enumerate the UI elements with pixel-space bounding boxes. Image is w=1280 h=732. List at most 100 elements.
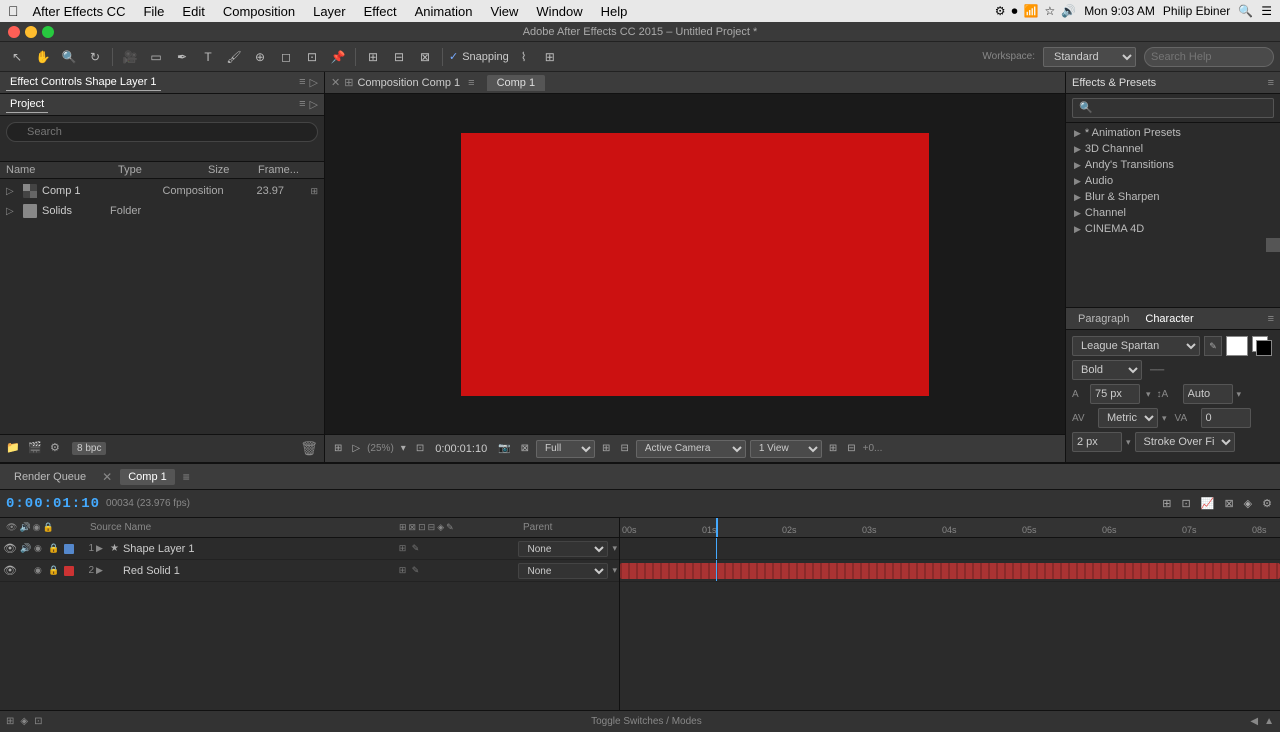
- fit-btn[interactable]: ⊡: [413, 441, 427, 456]
- region-btn[interactable]: ⊟: [617, 441, 631, 456]
- layer2-eye[interactable]: 👁: [2, 564, 18, 577]
- layer1-audio[interactable]: 🔊: [20, 543, 32, 554]
- transparency-btn[interactable]: ⊠: [518, 441, 532, 456]
- layer2-parent[interactable]: None: [518, 563, 608, 579]
- new-folder-btn[interactable]: 📁: [6, 441, 22, 457]
- rotate-tool[interactable]: ↻: [84, 46, 106, 68]
- distribute-tool[interactable]: ⊟: [388, 46, 410, 68]
- tl-settings-btn[interactable]: ⚙: [1260, 495, 1274, 512]
- comp-tab[interactable]: Comp 1: [487, 75, 546, 91]
- resolution-btn[interactable]: ⊞: [599, 441, 613, 456]
- layer1-eye[interactable]: 👁: [2, 542, 18, 555]
- menu-composition[interactable]: Composition: [215, 2, 303, 21]
- search-icon[interactable]: 🔍: [1238, 4, 1253, 18]
- menu-animation[interactable]: Animation: [407, 2, 481, 21]
- layer1-parent-dropdown-arrow[interactable]: ▾: [612, 543, 617, 554]
- layer2-icon2[interactable]: ✎: [409, 565, 421, 576]
- menu-file[interactable]: File: [135, 2, 172, 21]
- col-header-size[interactable]: Size: [208, 164, 258, 176]
- tl-nav-right[interactable]: ▲: [1264, 716, 1274, 727]
- tab-character[interactable]: Character: [1139, 311, 1199, 327]
- tl-layer-solo-btn[interactable]: ⊠: [1222, 495, 1235, 512]
- project-menu-icon[interactable]: ≡: [299, 98, 305, 111]
- leading-dropdown[interactable]: ▾: [1237, 389, 1242, 400]
- effect-blur-sharpen[interactable]: ▶ Blur & Sharpen: [1066, 189, 1280, 205]
- effects-menu-icon[interactable]: ≡: [1268, 77, 1274, 89]
- stroke-size-dropdown[interactable]: ▾: [1126, 437, 1131, 448]
- tl-compose-btn[interactable]: ⊞: [1160, 495, 1173, 512]
- tl-extra-btn[interactable]: ⊡: [34, 716, 42, 727]
- camera-tool[interactable]: 🎥: [119, 46, 141, 68]
- eraser-tool[interactable]: ◻: [275, 46, 297, 68]
- arrange-tool[interactable]: ⊠: [414, 46, 436, 68]
- layer2-icon1[interactable]: ⊞: [396, 565, 408, 576]
- viewer-menu-btn[interactable]: ⊞: [331, 441, 345, 456]
- layer1-icon2[interactable]: ✎: [409, 543, 421, 554]
- layer1-solo[interactable]: ◉: [34, 543, 46, 554]
- effect-animation-presets[interactable]: ▶ * Animation Presets: [1066, 125, 1280, 141]
- tl-add-marker-btn[interactable]: ⊞: [6, 716, 14, 727]
- expand-solids[interactable]: ▷: [6, 206, 18, 217]
- font-size-input[interactable]: [1090, 384, 1140, 404]
- minimize-btn[interactable]: [25, 26, 37, 38]
- project-search-input[interactable]: [6, 122, 318, 142]
- comp-header-close[interactable]: ✕: [331, 76, 340, 89]
- tl-graph-editor-btn[interactable]: 📈: [1199, 495, 1217, 512]
- snapshot-btn[interactable]: 📷: [495, 441, 513, 456]
- tab-project[interactable]: Project: [6, 96, 48, 113]
- tl-time-stretch-btn[interactable]: ⊡: [1180, 495, 1193, 512]
- track-row-1[interactable]: [620, 538, 1280, 560]
- delete-item-btn[interactable]: 🗑: [300, 440, 318, 457]
- menu-layer[interactable]: Layer: [305, 2, 354, 21]
- track-row-2[interactable]: [620, 560, 1280, 582]
- menu-window[interactable]: Window: [528, 2, 590, 21]
- tracking-input[interactable]: [1201, 408, 1251, 428]
- tl-keyframe-btn[interactable]: ◈: [20, 716, 28, 727]
- selection-tool[interactable]: ↖: [6, 46, 28, 68]
- style-select[interactable]: Bold: [1072, 360, 1142, 380]
- comp-menu-icon[interactable]: ≡: [468, 77, 474, 89]
- hand-tool[interactable]: ✋: [32, 46, 54, 68]
- text-tool[interactable]: T: [197, 46, 219, 68]
- search-help-input[interactable]: [1144, 47, 1274, 67]
- stroke-size-input[interactable]: [1072, 432, 1122, 452]
- tl-bottom-label[interactable]: Toggle Switches / Modes: [48, 716, 1244, 727]
- panel-menu-icon[interactable]: ≡: [299, 76, 305, 89]
- col-header-type[interactable]: Type: [118, 164, 208, 176]
- color-swatch-black[interactable]: [1256, 340, 1272, 356]
- stroke-type-select[interactable]: Stroke Over Fill: [1135, 432, 1235, 452]
- maximize-btn[interactable]: [42, 26, 54, 38]
- zoom-tool[interactable]: 🔍: [58, 46, 80, 68]
- tl-close-render[interactable]: ✕: [102, 470, 112, 484]
- layer1-icon1[interactable]: ⊞: [396, 543, 408, 554]
- apple-menu[interactable]: : [8, 3, 19, 19]
- tab-effect-controls[interactable]: Effect Controls Shape Layer 1: [6, 74, 161, 91]
- camera-select[interactable]: Active Camera: [636, 440, 746, 458]
- tl-marker-btn[interactable]: ◈: [1242, 495, 1254, 512]
- char-size-dropdown[interactable]: ▾: [1146, 389, 1151, 400]
- project-item-comp1[interactable]: ▷ Comp 1 Composition 23.97 ⊞: [0, 181, 324, 201]
- menu-aftereffects[interactable]: After Effects CC: [25, 2, 134, 21]
- project-item-solids[interactable]: ▷ Solids Folder: [0, 201, 324, 221]
- close-btn[interactable]: [8, 26, 20, 38]
- col-header-name[interactable]: Name: [6, 164, 102, 176]
- kerning-dropdown[interactable]: ▾: [1162, 413, 1167, 424]
- workspace-select[interactable]: Standard: [1043, 47, 1136, 67]
- bpc-badge[interactable]: 8 bpc: [72, 442, 106, 455]
- project-expand-icon[interactable]: ▷: [310, 98, 318, 111]
- tl-tab-comp1[interactable]: Comp 1: [120, 469, 175, 485]
- snapping-options[interactable]: ⌇: [513, 46, 535, 68]
- effect-3d-channel[interactable]: ▶ 3D Channel: [1066, 141, 1280, 157]
- font-color-white[interactable]: [1226, 336, 1248, 356]
- layer1-lock[interactable]: 🔒: [48, 543, 60, 554]
- effect-andys-transitions[interactable]: ▶ Andy's Transitions: [1066, 157, 1280, 173]
- effect-cinema4d[interactable]: ▶ CINEMA 4D: [1066, 221, 1280, 237]
- layer1-parent[interactable]: None: [518, 541, 608, 557]
- tl-nav-left[interactable]: ◀: [1250, 716, 1258, 727]
- tl-tab-render-queue[interactable]: Render Queue: [6, 469, 94, 485]
- settings-btn[interactable]: ⚙: [50, 441, 66, 457]
- expand-comp1[interactable]: ▷: [6, 186, 18, 197]
- col-header-frame[interactable]: Frame...: [258, 164, 318, 176]
- view-layout-btn[interactable]: ⊞: [826, 441, 840, 456]
- layer1-expand[interactable]: ▶: [96, 543, 108, 554]
